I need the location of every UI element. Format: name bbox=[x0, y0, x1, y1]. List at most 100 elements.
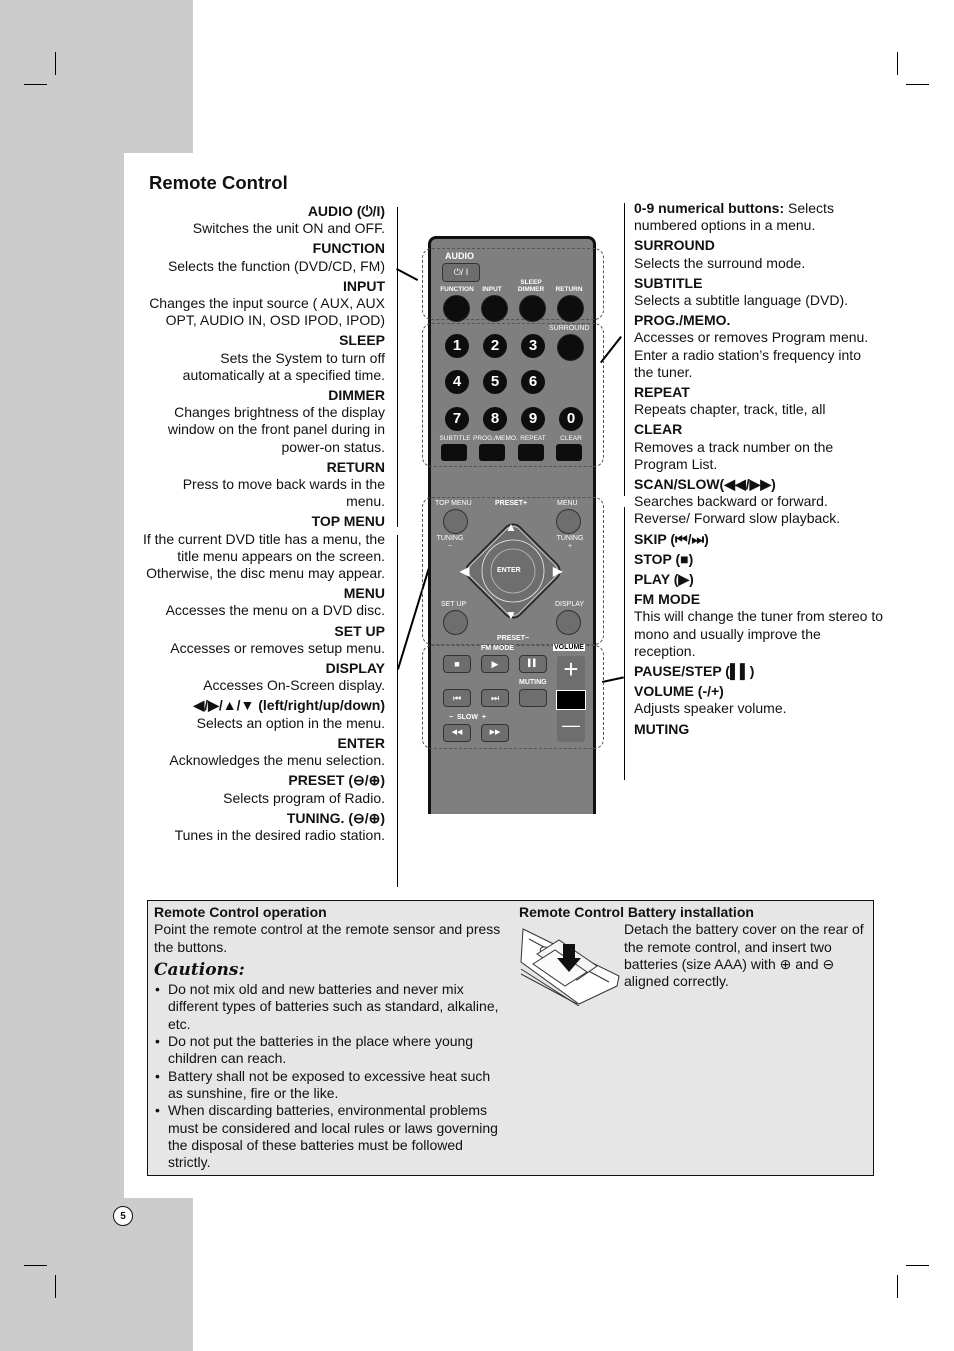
left-arrow-icon[interactable]: ◀ bbox=[460, 564, 469, 578]
fm-mode-label: FM MODE bbox=[481, 645, 515, 652]
scan-forward-button[interactable]: ▶▶ bbox=[481, 724, 509, 742]
digit-button-0[interactable]: 0 bbox=[559, 407, 583, 431]
description-entry: MUTING bbox=[634, 721, 884, 738]
entry-text: Sets the System to turn off automaticall… bbox=[182, 349, 385, 383]
set-up-button[interactable] bbox=[443, 610, 468, 635]
muting-label: MUTING bbox=[519, 679, 547, 686]
entry-heading: CLEAR bbox=[634, 421, 683, 438]
entry-text: Changes the input source ( AUX, AUX OPT,… bbox=[149, 295, 385, 329]
volume-window bbox=[556, 690, 586, 710]
play-button[interactable]: ▶ bbox=[481, 655, 509, 673]
description-entry: PLAY (▶) bbox=[634, 571, 884, 588]
power-button[interactable]: ⏻/ I bbox=[442, 263, 480, 282]
stop-button[interactable]: ■ bbox=[443, 655, 471, 673]
entry-text: Accesses or removes Program menu. Enter … bbox=[634, 329, 869, 380]
description-entry: INPUT Changes the input source ( AUX, AUX… bbox=[140, 278, 385, 330]
entry-text: Switches the unit ON and OFF. bbox=[192, 220, 385, 237]
description-entry: SURROUND Selects the surround mode. bbox=[634, 237, 884, 271]
clear-button[interactable] bbox=[556, 444, 582, 461]
description-entry: FUNCTION Selects the function (DVD/CD, FM… bbox=[140, 240, 385, 274]
connector-line bbox=[396, 268, 419, 281]
entry-heading: PAUSE/STEP (▌▌) bbox=[634, 663, 755, 680]
audio-label: AUDIO bbox=[445, 251, 474, 261]
skip-back-button[interactable]: ⏮ bbox=[443, 689, 471, 707]
info-box: Remote Control operation Point the remot… bbox=[147, 900, 874, 1176]
digit-button-1[interactable]: 1 bbox=[445, 334, 469, 358]
function-button[interactable] bbox=[443, 295, 470, 322]
crop-mark bbox=[897, 52, 898, 75]
set-up-label: SET UP bbox=[441, 601, 467, 608]
page-number: 5 bbox=[113, 1206, 133, 1226]
entry-text: Accesses On-Screen display. bbox=[203, 677, 385, 694]
entry-heading: REPEAT bbox=[634, 384, 690, 401]
pause-button[interactable]: ▌▌ bbox=[519, 655, 547, 673]
page-margin-side bbox=[0, 153, 124, 1198]
up-arrow-icon[interactable]: ▲ bbox=[505, 520, 517, 534]
entry-text: Press to move back wards in the menu. bbox=[182, 476, 385, 510]
digit-button-3[interactable]: 3 bbox=[521, 334, 545, 358]
entry-text: Selects a subtitle language (DVD). bbox=[634, 292, 848, 309]
skip-forward-button[interactable]: ⏭ bbox=[481, 689, 509, 707]
return-button[interactable] bbox=[557, 295, 584, 322]
menu-label: MENU bbox=[557, 500, 578, 507]
digit-button-2[interactable]: 2 bbox=[483, 334, 507, 358]
preset-minus-label: PRESET− bbox=[497, 635, 530, 642]
bracket-line bbox=[397, 535, 398, 887]
digit-button-6[interactable]: 6 bbox=[521, 370, 545, 394]
operation-section: Remote Control operation Point the remot… bbox=[154, 904, 504, 1171]
input-button[interactable] bbox=[481, 295, 508, 322]
description-entry: PRESET (⊖/⊕) Selects program of Radio. bbox=[140, 772, 385, 806]
down-arrow-icon[interactable]: ▼ bbox=[505, 608, 517, 622]
caution-item: When discarding batteries, environmental… bbox=[154, 1102, 504, 1171]
display-button[interactable] bbox=[556, 610, 581, 635]
digit-button-7[interactable]: 7 bbox=[445, 407, 469, 431]
subtitle-button[interactable] bbox=[441, 444, 467, 461]
right-arrow-icon[interactable]: ▶ bbox=[553, 564, 562, 578]
caution-item: Battery shall not be exposed to excessiv… bbox=[154, 1068, 504, 1103]
digit-button-5[interactable]: 5 bbox=[483, 370, 507, 394]
entry-text: Selects the function (DVD/CD, FM) bbox=[167, 257, 385, 274]
enter-button[interactable]: ENTER bbox=[497, 567, 521, 574]
volume-plus-icon[interactable]: + bbox=[557, 654, 585, 684]
repeat-button[interactable] bbox=[518, 444, 544, 461]
entry-text: Removes a track number on the Program Li… bbox=[634, 438, 834, 472]
description-entry: FM MODE This will change the tuner from s… bbox=[634, 591, 884, 660]
function-label: FUNCTION bbox=[440, 286, 474, 293]
entry-heading: MUTING bbox=[634, 720, 690, 737]
page-margin-bottom bbox=[0, 1198, 193, 1351]
entry-heading: DISPLAY bbox=[325, 660, 385, 677]
entry-text: This will change the tuner from stereo t… bbox=[634, 608, 884, 659]
prog-memo-button[interactable] bbox=[479, 444, 505, 461]
entry-heading: VOLUME (-/+) bbox=[634, 683, 724, 700]
entry-text: If the current DVD title has a menu, the… bbox=[142, 530, 385, 582]
entry-text: Changes brightness of the display window… bbox=[167, 404, 385, 455]
volume-label: VOLUME bbox=[553, 644, 585, 651]
entry-text: Selects program of Radio. bbox=[223, 789, 385, 806]
entry-text: Tunes in the desired radio station. bbox=[174, 826, 385, 843]
entry-heading: FUNCTION bbox=[312, 240, 385, 257]
digit-button-9[interactable]: 9 bbox=[521, 407, 545, 431]
scan-back-button[interactable]: ◀◀ bbox=[443, 724, 471, 742]
battery-illustration bbox=[520, 928, 620, 1006]
entry-heading: 0-9 numerical buttons: bbox=[634, 200, 785, 216]
surround-button[interactable] bbox=[557, 334, 584, 361]
entry-text: Repeats chapter, track, title, all bbox=[634, 401, 826, 418]
description-entry: ◀/▶/▲/▼ (left/right/up/down) Selects an o… bbox=[140, 697, 385, 731]
muting-button[interactable] bbox=[519, 689, 547, 707]
sleep-dimmer-button[interactable] bbox=[519, 295, 546, 322]
volume-rocker[interactable]: + — bbox=[556, 654, 586, 742]
digit-button-8[interactable]: 8 bbox=[483, 407, 507, 431]
entry-text: Acknowledges the menu selection. bbox=[169, 752, 385, 769]
battery-text: Detach the battery cover on the rear of … bbox=[624, 921, 864, 990]
preset-plus-label: PRESET+ bbox=[495, 500, 528, 507]
entry-heading: PLAY (▶) bbox=[634, 571, 694, 588]
digit-button-4[interactable]: 4 bbox=[445, 370, 469, 394]
repeat-label: REPEAT bbox=[520, 435, 546, 442]
battery-heading: Remote Control Battery installation bbox=[519, 904, 754, 920]
subtitle-label: SUBTITLE bbox=[439, 435, 471, 442]
crop-mark bbox=[906, 1265, 929, 1266]
entry-text: Accesses the menu on a DVD disc. bbox=[165, 602, 385, 619]
entry-text: Searches backward or forward. Reverse/ F… bbox=[634, 493, 841, 527]
volume-minus-icon[interactable]: — bbox=[557, 710, 585, 740]
return-label: RETURN bbox=[555, 286, 583, 293]
